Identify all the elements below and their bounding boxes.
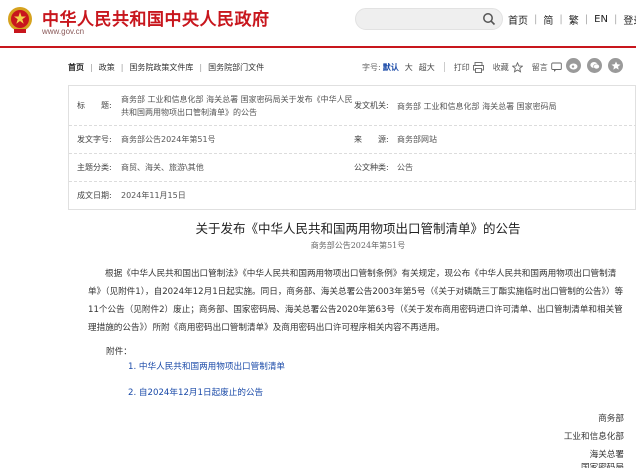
link-traditional[interactable]: 繁: [569, 12, 579, 27]
attachments-heading: 附件：: [106, 347, 132, 357]
wechat-share-button[interactable]: [587, 58, 602, 73]
signer-mofcom: 商务部: [598, 414, 624, 424]
genre-label: 公文种类:: [354, 163, 389, 172]
search-icon[interactable]: [482, 12, 496, 26]
link-simplified[interactable]: 简: [543, 12, 553, 27]
issuer-value: 商务部 工业和信息化部 海关总署 国家密码局: [397, 102, 557, 111]
favorite-button[interactable]: 收藏: [493, 62, 509, 73]
topic-label: 主题分类:: [77, 163, 112, 172]
info-row-docno: 发文字号: 商务部公告2024年第51号 来 源: 商务部网站: [69, 126, 636, 154]
breadcrumb-policy[interactable]: 政策: [99, 62, 115, 73]
signer-miit: 工业和信息化部: [563, 432, 624, 442]
divider: |: [534, 14, 538, 25]
divider: |: [559, 14, 563, 25]
site-url: www.gov.cn: [42, 27, 85, 36]
header-divider: [0, 46, 636, 48]
divider: [443, 62, 445, 72]
info-row-date: 成文日期: 2024年11月15日: [69, 182, 636, 210]
info-row-topic: 主题分类: 商贸、海关、旅游\其他 公文种类: 公告: [69, 154, 636, 182]
site-header: 中华人民共和国中央人民政府 www.gov.cn 首页 | 简 | 繁 | EN…: [0, 0, 636, 44]
breadcrumb-separator: |: [199, 62, 203, 72]
issuer-label: 发文机关:: [354, 101, 389, 110]
weibo-share-button[interactable]: [566, 58, 581, 73]
date-value: 2024年11月15日: [121, 191, 186, 200]
wechat-icon: [589, 62, 600, 70]
article-docno: 商务部公告2024年第51号: [310, 241, 406, 250]
divider: |: [613, 14, 618, 25]
link-home[interactable]: 首页: [508, 12, 528, 27]
breadcrumb-home[interactable]: 首页: [68, 62, 84, 73]
link-login[interactable]: 登录: [623, 12, 636, 27]
breadcrumb-separator: |: [90, 62, 93, 72]
source-label: 来 源:: [354, 135, 389, 144]
attachment-link-2[interactable]: 2. 自2024年12月1日起废止的公告: [128, 386, 263, 398]
font-size-default[interactable]: 默认: [383, 62, 399, 73]
breadcrumb: 首页 | 政策 | 国务院政策文件库 | 国务院部门文件 字号: 默认 大 超大…: [68, 57, 636, 77]
print-icon[interactable]: [472, 61, 484, 73]
search-box: [355, 8, 503, 30]
info-row-title: 标 题: 商务部 工业和信息化部 海关总署 国家密码局关于发布《中华人民共和国两…: [69, 86, 636, 126]
national-emblem-icon: [8, 7, 32, 33]
font-size-label: 字号:: [362, 62, 381, 72]
star-icon[interactable]: [511, 61, 523, 73]
document-info-table: 标 题: 商务部 工业和信息化部 海关总署 国家密码局关于发布《中华人民共和国两…: [68, 85, 636, 210]
qzone-share-button[interactable]: [608, 58, 623, 73]
divider: |: [584, 14, 589, 25]
signer-customs: 海关总署: [589, 450, 624, 460]
comment-icon[interactable]: [550, 62, 562, 73]
docno-label: 发文字号:: [77, 135, 112, 144]
qzone-icon: [611, 61, 620, 70]
breadcrumb-policy-library[interactable]: 国务院政策文件库: [129, 62, 193, 73]
search-input[interactable]: [366, 12, 476, 26]
font-size-xlarge[interactable]: 超大: [419, 62, 435, 73]
article-tools: 字号: 默认 大 超大 打印 收藏 留言: [362, 57, 565, 77]
article-title: 关于发布《中华人民共和国两用物项出口管制清单》的公告: [195, 221, 521, 236]
font-size-large[interactable]: 大: [405, 62, 413, 73]
share-buttons: [566, 58, 629, 73]
breadcrumb-department-files[interactable]: 国务院部门文件: [208, 62, 264, 73]
weibo-icon: [569, 63, 577, 70]
top-links: 首页 | 简 | 繁 | EN | 登录: [508, 12, 636, 27]
topic-value: 商贸、海关、旅游\其他: [121, 163, 204, 172]
print-button[interactable]: 打印: [454, 62, 470, 73]
signer-crypto: 国家密码局: [581, 463, 624, 468]
comment-button[interactable]: 留言: [532, 62, 548, 73]
link-english[interactable]: EN: [594, 14, 608, 25]
genre-value: 公告: [397, 163, 413, 172]
attachment-link-1[interactable]: 1. 中华人民共和国两用物项出口管制清单: [128, 360, 285, 372]
title-label: 标 题:: [77, 101, 112, 110]
breadcrumb-separator: |: [120, 62, 124, 72]
source-value: 商务部网站: [397, 135, 437, 144]
article-body: 根据《中华人民共和国出口管制法》《中华人民共和国两用物项出口管制条例》有关规定，…: [88, 269, 624, 333]
title-value: 商务部 工业和信息化部 海关总署 国家密码局关于发布《中华人民共和国两用物项出口…: [121, 95, 353, 117]
date-label: 成文日期:: [77, 191, 112, 200]
docno-value: 商务部公告2024年第51号: [121, 135, 216, 144]
